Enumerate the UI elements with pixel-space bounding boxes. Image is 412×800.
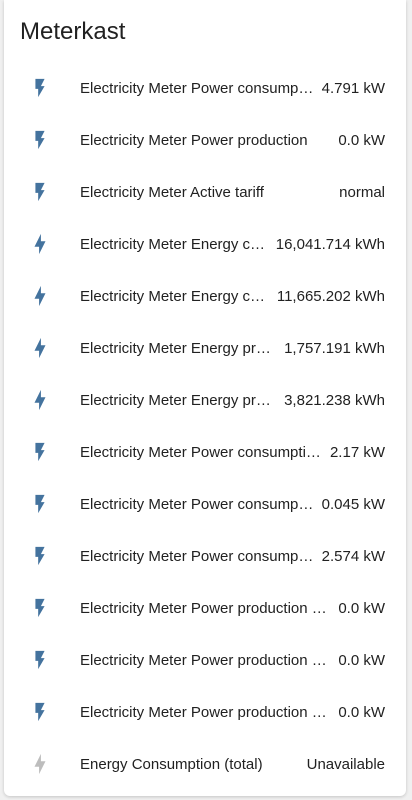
entity-state: Unavailable — [306, 755, 385, 773]
entity-state: 0.0 kW — [338, 703, 385, 721]
entity-row[interactable]: Electricity Meter Energy consumption (ta… — [4, 218, 406, 270]
entity-row[interactable]: Electricity Meter Power production phase… — [4, 634, 406, 686]
flash-icon — [29, 493, 51, 515]
entity-name: Electricity Meter Energy production (tar… — [80, 391, 276, 409]
entity-name: Electricity Meter Power production phase… — [80, 599, 330, 617]
entity-name: Electricity Meter Power consumption phas… — [80, 495, 314, 513]
entity-state: 2.574 kW — [321, 547, 385, 565]
lightning-bolt-icon — [29, 285, 51, 307]
entity-state: 0.0 kW — [338, 651, 385, 669]
entity-name: Electricity Meter Power production — [80, 131, 308, 149]
entities-card: Meterkast Electricity Meter Power consum… — [4, 0, 406, 796]
entity-row[interactable]: Energy Consumption (total) Unavailable — [4, 738, 406, 790]
lightning-bolt-icon — [29, 389, 51, 411]
flash-icon — [29, 129, 51, 151]
entity-row[interactable]: Electricity Meter Power consumption phas… — [4, 426, 406, 478]
entity-name: Electricity Meter Power consumption phas… — [80, 547, 314, 565]
entity-state: 2.17 kW — [329, 443, 385, 461]
lightning-bolt-icon — [29, 337, 51, 359]
entity-list: Electricity Meter Power consumption 4.791… — [4, 62, 406, 790]
entity-row[interactable]: Electricity Meter Power consumption 4.791… — [4, 62, 406, 114]
entity-name: Electricity Meter Power production phase… — [80, 651, 330, 669]
entity-name: Electricity Meter Power production phase… — [80, 703, 330, 721]
entity-state: 4.791 kW — [321, 79, 385, 97]
entity-state: 0.0 kW — [338, 599, 385, 617]
entity-state: 3,821.238 kWh — [284, 391, 385, 409]
entity-state: 16,041.714 kWh — [275, 235, 385, 253]
card-title: Meterkast — [20, 18, 126, 45]
entity-name: Electricity Meter Power consumption — [80, 79, 314, 97]
flash-icon — [29, 597, 51, 619]
entity-state: 0.045 kW — [321, 495, 385, 513]
flash-icon — [29, 701, 51, 723]
flash-icon — [29, 441, 51, 463]
entity-row[interactable]: Electricity Meter Power production phase… — [4, 582, 406, 634]
entity-name: Energy Consumption (total) — [80, 755, 263, 773]
entity-state: 1,757.191 kWh — [284, 339, 385, 357]
entity-state: 0.0 kW — [338, 131, 385, 149]
entity-row[interactable]: Electricity Meter Power consumption phas… — [4, 478, 406, 530]
lightning-bolt-icon — [29, 233, 51, 255]
flash-icon — [29, 649, 51, 671]
lightning-bolt-icon — [29, 753, 51, 775]
flash-icon — [29, 77, 51, 99]
flash-icon — [29, 545, 51, 567]
entity-row[interactable]: Electricity Meter Power production phase… — [4, 686, 406, 738]
entity-row[interactable]: Electricity Meter Energy production (tar… — [4, 374, 406, 426]
entity-name: Electricity Meter Energy production (tar… — [80, 339, 276, 357]
entity-state: 11,665.202 kWh — [276, 287, 385, 305]
entity-row[interactable]: Electricity Meter Energy production (tar… — [4, 322, 406, 374]
entity-state: normal — [339, 183, 385, 201]
flash-icon — [29, 181, 51, 203]
entity-row[interactable]: Electricity Meter Active tariff normal — [4, 166, 406, 218]
entity-name: Electricity Meter Energy consumption (ta… — [80, 287, 269, 305]
entity-name: Electricity Meter Energy consumption (ta… — [80, 235, 268, 253]
entity-row[interactable]: Electricity Meter Energy consumption (ta… — [4, 270, 406, 322]
entity-row[interactable]: Electricity Meter Power consumption phas… — [4, 530, 406, 582]
entity-row[interactable]: Electricity Meter Power production 0.0 kW — [4, 114, 406, 166]
entity-name: Electricity Meter Active tariff — [80, 183, 264, 201]
entity-name: Electricity Meter Power consumption phas… — [80, 443, 322, 461]
